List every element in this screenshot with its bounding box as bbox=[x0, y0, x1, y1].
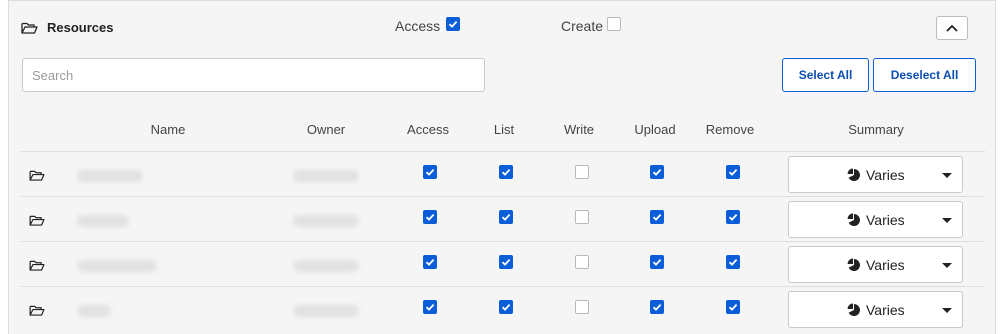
create-header-checkbox[interactable] bbox=[607, 17, 621, 31]
resources-panel: Resources Access Create Select All Desel… bbox=[8, 0, 996, 334]
summary-dropdown[interactable]: Varies bbox=[788, 291, 963, 328]
resource-name-redacted bbox=[77, 215, 129, 227]
upload-checkbox[interactable] bbox=[650, 300, 664, 314]
summary-value: Varies bbox=[866, 167, 905, 183]
caret-down-icon bbox=[942, 173, 952, 178]
write-checkbox[interactable] bbox=[575, 255, 589, 269]
pie-chart-icon bbox=[847, 213, 861, 232]
table-row: Varies bbox=[21, 286, 985, 331]
remove-checkbox[interactable] bbox=[726, 210, 740, 224]
access-checkbox[interactable] bbox=[423, 300, 437, 314]
pie-chart-icon bbox=[847, 258, 861, 277]
folder-open-icon bbox=[29, 305, 45, 316]
upload-checkbox[interactable] bbox=[650, 210, 664, 224]
write-checkbox[interactable] bbox=[575, 165, 589, 179]
column-header-name[interactable]: Name bbox=[151, 122, 186, 137]
resource-name-redacted bbox=[77, 305, 111, 317]
folder-open-icon bbox=[29, 170, 45, 181]
list-checkbox[interactable] bbox=[499, 165, 513, 179]
create-header-label: Create bbox=[561, 18, 604, 34]
access-header-checkbox[interactable] bbox=[446, 17, 460, 31]
column-header-access: Access bbox=[407, 122, 449, 137]
chevron-up-icon bbox=[946, 19, 958, 37]
folder-open-icon bbox=[29, 215, 45, 226]
access-checkbox[interactable] bbox=[423, 255, 437, 269]
resource-name-redacted bbox=[77, 170, 143, 182]
search-input[interactable] bbox=[22, 58, 485, 92]
folder-open-icon bbox=[21, 22, 38, 34]
column-header-write: Write bbox=[563, 122, 595, 137]
owner-redacted bbox=[293, 170, 359, 182]
access-checkbox[interactable] bbox=[423, 165, 437, 179]
access-checkbox[interactable] bbox=[423, 210, 437, 224]
owner-redacted bbox=[293, 305, 359, 317]
summary-dropdown[interactable]: Varies bbox=[788, 201, 963, 238]
remove-checkbox[interactable] bbox=[726, 255, 740, 269]
caret-down-icon bbox=[942, 218, 952, 223]
owner-redacted bbox=[293, 260, 359, 272]
column-header-upload: Upload bbox=[634, 122, 676, 137]
select-all-button[interactable]: Select All bbox=[782, 58, 869, 92]
pie-chart-icon bbox=[847, 303, 861, 322]
remove-checkbox[interactable] bbox=[726, 300, 740, 314]
table-row: Varies bbox=[21, 196, 985, 241]
access-header-label: Access bbox=[395, 18, 441, 34]
table-row: Varies bbox=[21, 151, 985, 196]
upload-checkbox[interactable] bbox=[650, 165, 664, 179]
summary-value: Varies bbox=[866, 257, 905, 273]
pie-chart-icon bbox=[847, 168, 861, 187]
owner-redacted bbox=[293, 215, 359, 227]
caret-down-icon bbox=[942, 263, 952, 268]
remove-checkbox[interactable] bbox=[726, 165, 740, 179]
column-header-list: List bbox=[493, 122, 515, 137]
column-header-remove: Remove bbox=[705, 122, 755, 137]
collapse-button[interactable] bbox=[936, 16, 968, 40]
column-header-owner[interactable]: Owner bbox=[307, 122, 345, 137]
summary-value: Varies bbox=[866, 212, 905, 228]
caret-down-icon bbox=[942, 308, 952, 313]
upload-checkbox[interactable] bbox=[650, 255, 664, 269]
list-checkbox[interactable] bbox=[499, 255, 513, 269]
resource-name-redacted bbox=[77, 260, 157, 272]
column-header-summary: Summary bbox=[848, 122, 904, 137]
write-checkbox[interactable] bbox=[575, 300, 589, 314]
summary-value: Varies bbox=[866, 302, 905, 318]
list-checkbox[interactable] bbox=[499, 300, 513, 314]
summary-dropdown[interactable]: Varies bbox=[788, 156, 963, 193]
summary-dropdown[interactable]: Varies bbox=[788, 246, 963, 283]
folder-open-icon bbox=[29, 260, 45, 271]
deselect-all-button[interactable]: Deselect All bbox=[873, 58, 976, 92]
write-checkbox[interactable] bbox=[575, 210, 589, 224]
list-checkbox[interactable] bbox=[499, 210, 513, 224]
panel-title: Resources bbox=[47, 20, 114, 35]
table-row: Varies bbox=[21, 241, 985, 286]
